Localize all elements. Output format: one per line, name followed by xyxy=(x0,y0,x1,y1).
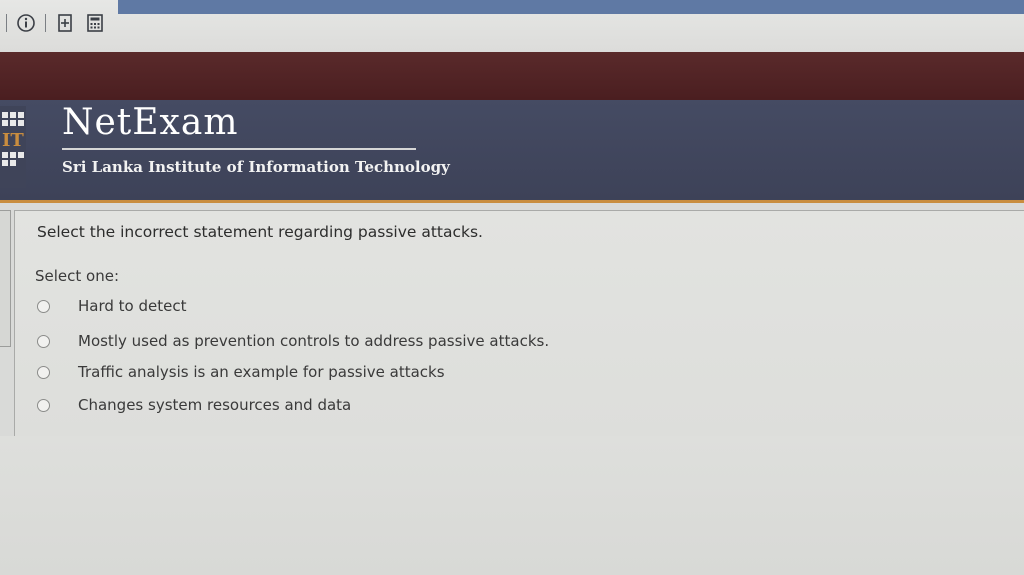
radio-button[interactable] xyxy=(37,334,50,348)
netexam-brand: NetExam xyxy=(62,102,239,143)
answer-option[interactable]: Mostly used as prevention controls to ad… xyxy=(37,332,549,350)
toolbar-icon-group xyxy=(6,12,106,34)
toolbar-separator xyxy=(45,14,46,32)
info-icon[interactable] xyxy=(15,12,37,34)
sliit-logo: IT xyxy=(0,106,26,188)
institute-name: Sri Lanka Institute of Information Techn… xyxy=(62,158,450,176)
radio-button[interactable] xyxy=(37,398,50,412)
select-one-prompt: Select one: xyxy=(35,267,120,285)
answer-option-label: Mostly used as prevention controls to ad… xyxy=(78,332,550,350)
radio-button[interactable] xyxy=(37,299,50,313)
answer-option-label: Changes system resources and data xyxy=(78,396,352,414)
radio-button[interactable] xyxy=(37,365,50,379)
answer-option[interactable]: Traffic analysis is an example for passi… xyxy=(37,363,445,381)
banner-strip xyxy=(0,52,1024,100)
logo-text: IT xyxy=(2,130,24,151)
answer-option[interactable]: Changes system resources and data xyxy=(37,396,351,414)
calculator-icon[interactable] xyxy=(84,12,106,34)
question-text: Select the incorrect statement regarding… xyxy=(37,223,483,241)
toolbar-separator xyxy=(6,14,7,32)
answer-option[interactable]: Hard to detect xyxy=(37,297,186,315)
page-background xyxy=(0,436,1024,575)
add-page-icon[interactable] xyxy=(54,12,76,34)
site-header: IT NetExam Sri Lanka Institute of Inform… xyxy=(0,100,1024,203)
brand-divider xyxy=(62,148,416,150)
question-info-tab xyxy=(0,210,11,347)
answer-option-label: Hard to detect xyxy=(78,297,187,315)
answer-option-label: Traffic analysis is an example for passi… xyxy=(78,363,445,381)
window-title-bar xyxy=(118,0,1024,14)
question-card: Select the incorrect statement regarding… xyxy=(14,210,1024,437)
top-toolbar xyxy=(0,0,1024,52)
